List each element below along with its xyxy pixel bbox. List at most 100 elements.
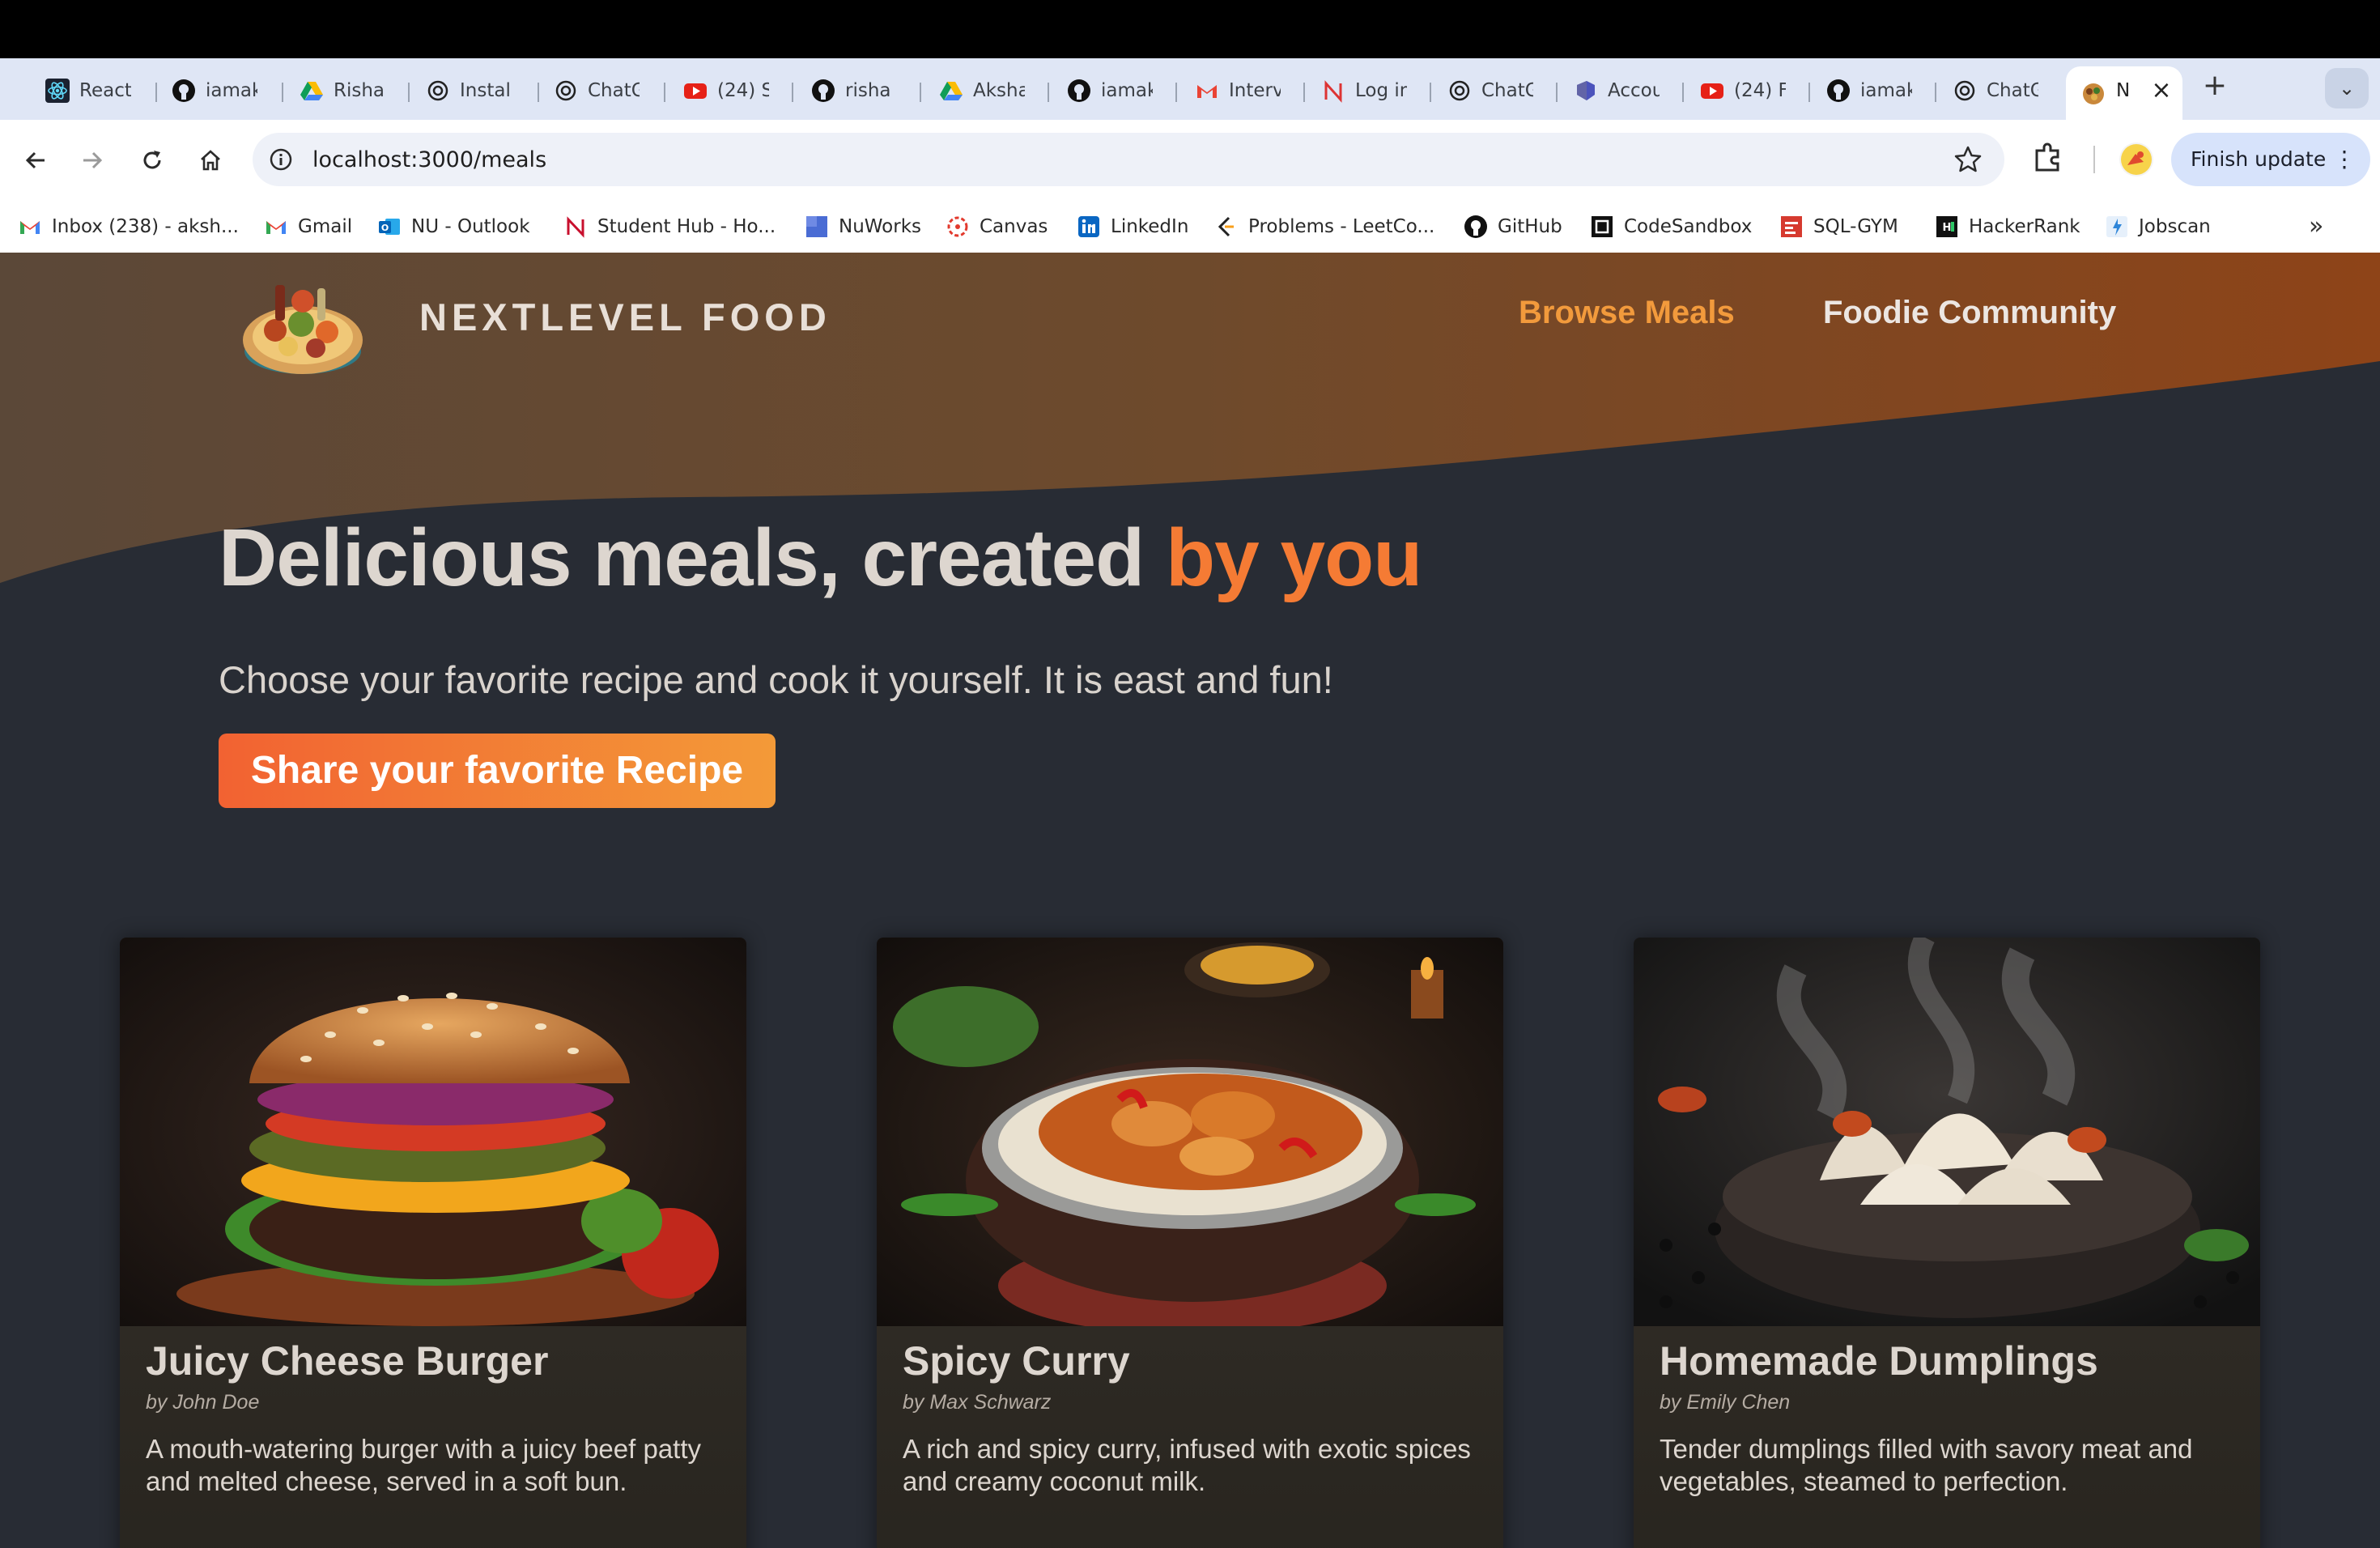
address-bar[interactable]: localhost:3000/meals [253,133,2004,186]
finish-update-label: Finish update [2191,147,2327,171]
meal-summary: Tender dumplings filled with savory meat… [1660,1434,2193,1496]
bookmark-label: Canvas [980,216,1048,237]
tab[interactable]: Aksha [939,70,1025,112]
tab[interactable]: ChatG [554,70,640,112]
meal-image-dumplings[interactable] [1634,938,2260,1326]
tab-label: risha [845,80,891,101]
meal-image-burger[interactable] [120,938,746,1326]
share-recipe-button[interactable]: Share your favorite Recipe [219,734,776,808]
meal-title[interactable]: Homemade Dumplings [1660,1337,2098,1384]
macos-menu-bar [0,0,2380,58]
bookmark-label: Inbox (238) - aksh... [52,216,239,237]
bookmark-item[interactable]: Canvas [946,212,1048,241]
sql-gym-icon [1779,215,1804,239]
canvas-icon [946,215,970,239]
github-icon [811,79,835,103]
close-tab-icon[interactable]: × [2147,76,2176,105]
linkedin-icon [1077,215,1101,239]
more-menu-icon[interactable]: ⋮ [2333,133,2356,186]
bookmark-label: Jobscan [2139,216,2211,237]
forward-icon[interactable] [73,141,112,180]
bookmark-item[interactable]: LinkedIn [1077,212,1188,241]
meal-image-curry[interactable] [877,938,1503,1326]
gmail-icon [1195,79,1219,103]
nextlevel-food-logo[interactable] [238,261,368,382]
meal-card[interactable]: Juicy Cheese Burger by John Doe A mouth-… [120,938,746,1548]
tab[interactable]: risha [811,70,891,112]
tab[interactable]: iamak [172,70,257,112]
tab[interactable]: (24) S [683,70,769,112]
tab[interactable]: Risha [300,70,385,112]
tab-label: Log in [1355,80,1407,101]
bookmark-item[interactable]: Student Hub - Ho... [563,212,776,241]
github-icon [1067,79,1091,103]
home-icon[interactable] [191,141,230,180]
back-icon[interactable] [16,141,55,180]
bookmark-label: SQL-GYM [1813,216,1898,237]
screen: React iamak Risha Instal ChatG (24) S ri… [0,0,2380,1548]
bookmark-item[interactable]: CodeSandbox [1590,212,1752,241]
tab-label: Aksha [973,80,1025,101]
meal-title[interactable]: Spicy Curry [903,1337,1130,1384]
bookmark-label: GitHub [1498,216,1562,237]
bookmark-item[interactable]: Problems - LeetCo... [1214,212,1434,241]
tab-separator [920,83,921,102]
site-info-icon[interactable] [267,146,295,173]
meal-card-body: Homemade Dumplings by Emily Chen Tender … [1634,1326,2260,1548]
bookmark-item[interactable]: SQL-GYM [1779,212,1898,241]
tab[interactable]: Instal [426,70,511,112]
brand-name[interactable]: NEXTLEVEL FOOD [419,295,831,339]
tab[interactable]: Accou [1574,70,1660,112]
tab[interactable]: ChatG [1953,70,2038,112]
chatgpt-icon [1953,79,1977,103]
new-tab-icon[interactable]: + [2199,70,2231,102]
bookmark-item[interactable]: Gmail [264,212,352,241]
finish-update-button[interactable]: Finish update ⋮ [2171,133,2370,186]
extensions-puzzle-icon[interactable] [2030,139,2066,175]
browser-toolbar: localhost:3000/meals Finish update ⋮ [0,120,2380,201]
tab-list-chevron-icon[interactable]: ⌄ [2325,68,2369,108]
meal-card-body: Juicy Cheese Burger by John Doe A mouth-… [120,1326,746,1548]
react-icon [45,79,70,103]
bookmark-item[interactable]: H HackerRank [1935,212,2080,241]
tab[interactable]: iamak [1826,70,1912,112]
tab[interactable]: (24) F [1700,70,1786,112]
bookmark-label: NU - Outlook [411,216,530,237]
youtube-icon [1700,79,1724,103]
tab-separator [664,83,665,102]
bookmark-star-icon[interactable] [1953,144,1983,175]
tab-separator [1430,83,1431,102]
tab[interactable]: Interv [1195,70,1281,112]
meal-card[interactable]: Spicy Curry by Max Schwarz A rich and sp… [877,938,1503,1548]
reload-icon[interactable] [133,141,172,180]
toolbar-divider [2093,146,2095,173]
hero-title: Delicious meals, created by you [219,512,1422,605]
meal-card[interactable]: Homemade Dumplings by Emily Chen Tender … [1634,938,2260,1548]
bookmark-item[interactable]: O NU - Outlook [377,212,530,241]
bookmark-item[interactable]: Inbox (238) - aksh... [18,212,239,241]
tab[interactable]: Log in [1321,70,1407,112]
tab-separator [155,83,157,102]
tab-separator [282,83,283,102]
tab-separator [1175,83,1177,102]
tab[interactable]: React [45,70,131,112]
meal-card-body: Spicy Curry by Max Schwarz A rich and sp… [877,1326,1503,1548]
tab-label: Instal [460,80,511,101]
nav-browse-meals[interactable]: Browse Meals [1519,295,1735,331]
profile-avatar[interactable] [2119,142,2153,176]
nav-foodie-community[interactable]: Foodie Community [1823,295,2116,331]
tab-label: ChatG [1987,80,2038,101]
bookmark-item[interactable]: Jobscan [2105,212,2211,241]
tab-label: iamak [1101,80,1153,101]
tab[interactable]: ChatG [1447,70,1533,112]
url-text[interactable]: localhost:3000/meals [312,147,546,172]
tab[interactable]: iamak [1067,70,1153,112]
food-logo-icon [2080,79,2106,105]
google-drive-icon [300,79,324,103]
bookmarks-overflow-icon[interactable]: » [2309,212,2323,240]
active-tab[interactable]: N × [2066,66,2182,120]
meal-author: by John Doe [146,1391,260,1414]
bookmark-item[interactable]: NuWorks [805,212,921,241]
bookmark-item[interactable]: GitHub [1464,212,1562,241]
meal-title[interactable]: Juicy Cheese Burger [146,1337,548,1384]
